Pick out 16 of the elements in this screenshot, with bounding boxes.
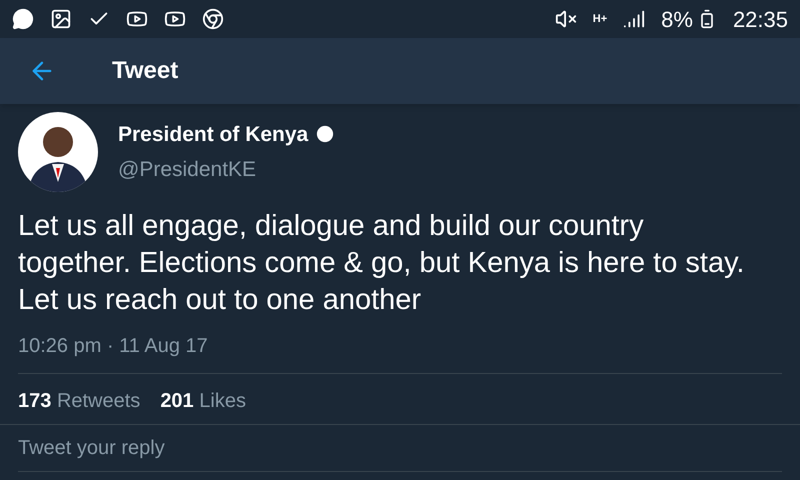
message-icon	[12, 8, 34, 30]
reply-field[interactable]: Tweet your reply	[18, 433, 782, 472]
header-title: Tweet	[112, 56, 178, 86]
battery-percent: 8%	[661, 6, 693, 34]
tweet-timestamp: 10:26 pm · 11 Aug 17	[18, 334, 209, 359]
stat-count[interactable]: 201 Likes	[160, 386, 246, 416]
browser-icon	[202, 8, 224, 30]
network-type: H+	[592, 12, 608, 27]
stat-count[interactable]: 173 Retweets	[18, 386, 140, 416]
signal-icon	[623, 8, 646, 30]
mute-icon	[554, 8, 577, 30]
image-icon	[50, 8, 72, 30]
tweet-text: Let us all engage, dialogue and build our country together. Elections come & go, but Kenya is here to stay. Let us reach out to one another	[18, 209, 746, 318]
author-handle: @PresidentKE	[118, 157, 258, 183]
author-name: President of Kenya	[118, 122, 308, 148]
clock: 22:35	[732, 6, 788, 34]
